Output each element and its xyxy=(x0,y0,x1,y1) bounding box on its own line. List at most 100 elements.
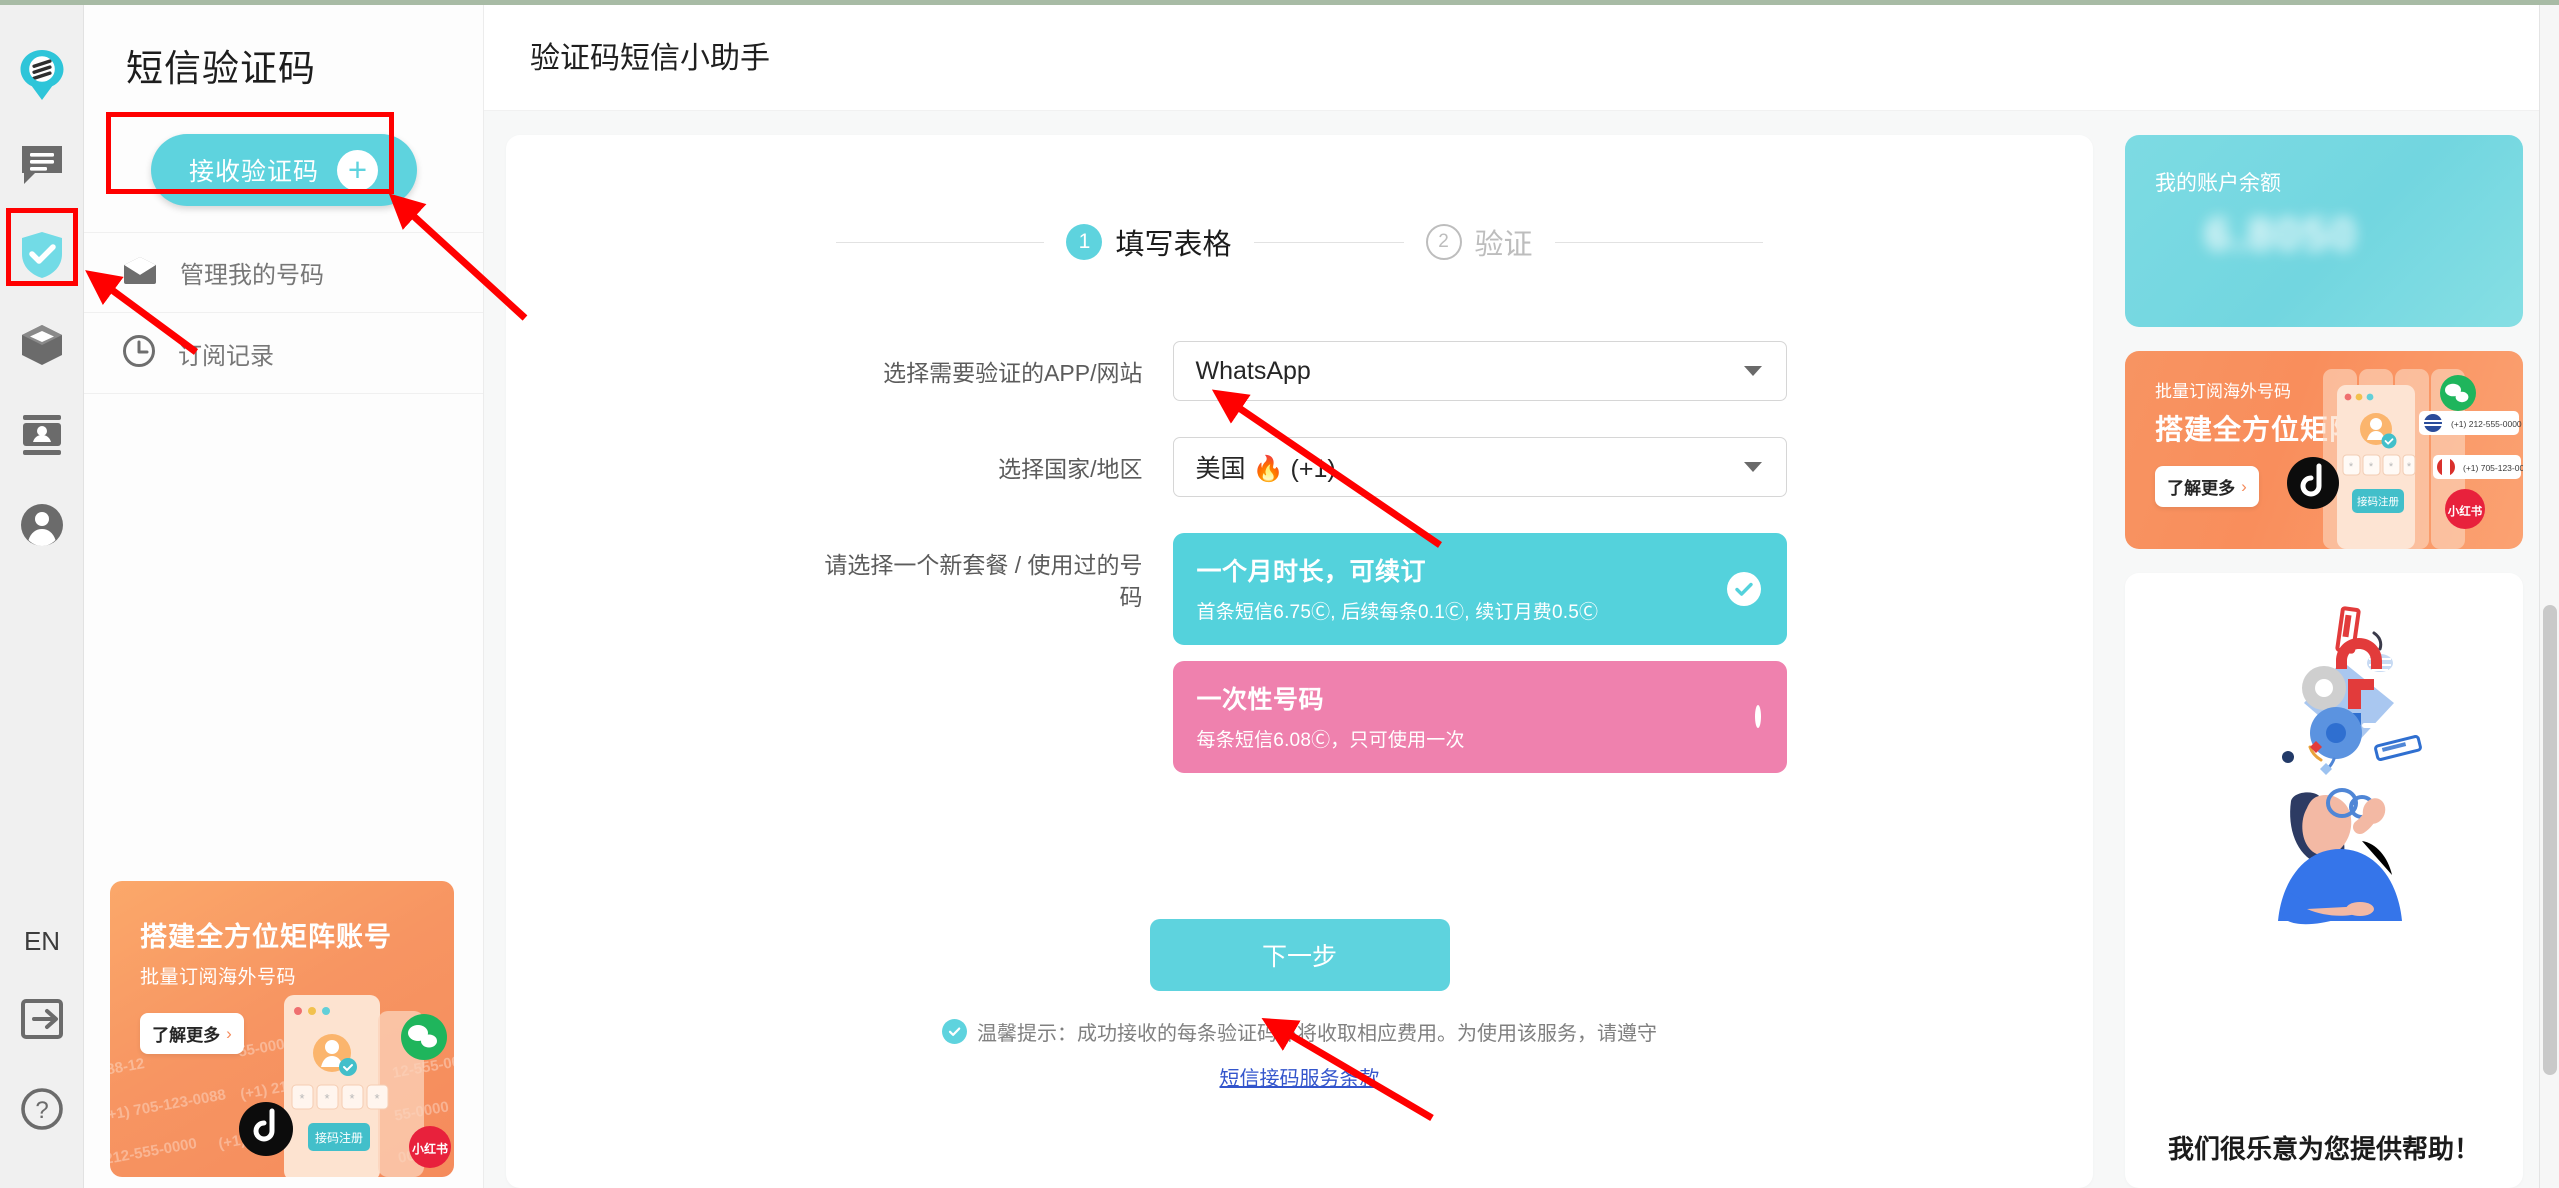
plan-option-monthly[interactable]: 一个月时长，可续订 首条短信6.75Ⓒ, 后续每条0.1Ⓒ, 续订月费0.5Ⓒ xyxy=(1172,533,1787,645)
step-line-left xyxy=(836,241,1045,243)
svg-text:*: * xyxy=(349,1091,354,1106)
sidebar-promo-card[interactable]: 888-12 (+1) 705-123-0088 212-555-0000 55… xyxy=(110,881,454,1177)
user-circle-icon xyxy=(19,502,65,548)
scrollbar-thumb[interactable] xyxy=(2543,605,2557,1075)
promo-cta-label: 了解更多 xyxy=(152,1026,221,1045)
plan-title: 一个月时长，可续订 xyxy=(1196,558,1427,586)
plan-option-one-time[interactable]: 一次性号码 每条短信6.08Ⓒ，只可使用一次 xyxy=(1172,661,1787,773)
step-indicator: 1 填写表格 2 验证 xyxy=(506,135,2093,263)
promo-subtitle: 批量订阅海外号码 xyxy=(140,967,297,988)
step-1-fill-form[interactable]: 1 填写表格 xyxy=(1044,221,1253,263)
main-header: 验证码短信小助手 xyxy=(484,0,2559,111)
step-1-label: 填写表格 xyxy=(1115,229,1232,261)
promo-illustration: * * * * 接码注册 小红书 xyxy=(239,995,451,1177)
sidebar-item-manage-numbers[interactable]: 管理我的号码 xyxy=(84,232,483,313)
left-panel: 短信验证码 接收验证码 + 管理我的号码 订阅记录 888-12 (+1) 70… xyxy=(84,0,484,1188)
rail-item-package[interactable] xyxy=(0,300,84,390)
receive-code-button[interactable]: 接收验证码 + xyxy=(150,134,417,206)
balance-label: 我的账户余额 xyxy=(2155,172,2281,195)
language-switch[interactable]: EN xyxy=(0,908,84,974)
balance-card: 我的账户余额 6.8050 xyxy=(2125,135,2523,327)
plan-subtitle: 首条短信6.75Ⓒ, 后续每条0.1Ⓒ, 续订月费0.5Ⓒ xyxy=(1196,602,1599,623)
clock-icon xyxy=(122,334,156,373)
rail-item-account[interactable] xyxy=(0,480,84,570)
svg-text:接码注册: 接码注册 xyxy=(315,1130,363,1145)
terms-of-service-link[interactable]: 短信接码服务条款 xyxy=(1220,1068,1380,1090)
promo-title: 搭建全方位矩阵账号 xyxy=(140,922,392,952)
rail-item-contacts[interactable] xyxy=(0,390,84,480)
country-select[interactable]: 美国 🔥 (+1) xyxy=(1172,437,1787,497)
step-1-number: 1 xyxy=(1066,224,1103,260)
form-row-app-site: 选择需要验证的APP/网站 WhatsApp xyxy=(506,341,2093,401)
svg-text:*: * xyxy=(2389,461,2394,473)
right-promo-cta-label: 了解更多 xyxy=(2167,479,2236,498)
svg-text:*: * xyxy=(2349,461,2354,473)
page-title: 验证码短信小助手 xyxy=(530,42,770,75)
step-2-number: 2 xyxy=(1425,224,1462,260)
tip-text: 温馨提示：成功接收的每条验证码都将收取相应费用。为使用该服务，请遵守 xyxy=(977,1023,1657,1045)
plus-icon: + xyxy=(337,149,378,191)
plan-options: 一个月时长，可续订 首条短信6.75Ⓒ, 后续每条0.1Ⓒ, 续订月费0.5Ⓒ xyxy=(1172,533,1787,789)
sidebar-item-subscription-history[interactable]: 订阅记录 xyxy=(84,313,483,394)
svg-text:*: * xyxy=(2369,461,2374,473)
chevron-down-icon xyxy=(1743,462,1762,472)
rail-item-verify[interactable] xyxy=(0,210,84,300)
svg-text:*: * xyxy=(299,1091,304,1106)
form-row-plan: 请选择一个新套餐 / 使用过的号码 一个月时长，可续订 首条短信6.75Ⓒ, 后… xyxy=(506,533,2093,789)
receive-button-wrap: 接收验证码 + xyxy=(84,134,483,206)
plan-title: 一次性号码 xyxy=(1196,686,1325,714)
shield-check-icon xyxy=(19,230,65,280)
help-illustration xyxy=(2164,591,2484,996)
country-value: 美国 🔥 (+1) xyxy=(1195,455,1336,483)
left-panel-title: 短信验证码 xyxy=(126,48,316,89)
help-card: 我们很乐意为您提供帮助！ xyxy=(2125,573,2523,1188)
step-line-right xyxy=(1554,241,1763,243)
page-scrollbar[interactable] xyxy=(2539,5,2559,1188)
chat-bubble-icon xyxy=(19,143,65,187)
top-strip xyxy=(0,0,2559,5)
receive-code-label: 接收验证码 xyxy=(188,158,319,186)
tip-line: 温馨提示：成功接收的每条验证码都将收取相应费用。为使用该服务，请遵守 xyxy=(506,1017,2093,1046)
plus-glyph: + xyxy=(347,151,368,188)
app-site-value: WhatsApp xyxy=(1195,356,1311,385)
country-label: 选择国家/地区 xyxy=(998,456,1143,482)
svg-text:*: * xyxy=(374,1091,379,1106)
help-title: 我们很乐意为您提供帮助！ xyxy=(2167,1134,2480,1164)
rail-item-logo[interactable] xyxy=(0,30,84,120)
rail-item-logout[interactable] xyxy=(0,974,84,1064)
id-card-icon xyxy=(19,413,65,457)
box-icon xyxy=(19,322,65,368)
app-root: EN ? 短信验证码 接收验证码 + 管理我的号码 订阅记录 888-12 (+… xyxy=(0,0,2559,1188)
step-line-middle xyxy=(1253,241,1404,243)
plan-selected-indicator xyxy=(1726,572,1761,606)
right-promo-learn-more-button[interactable]: 了解更多 › xyxy=(2155,466,2259,507)
sidebar-item-label: 管理我的号码 xyxy=(180,262,324,289)
form-rows: 选择需要验证的APP/网站 WhatsApp 选择国家/地区 美国 🔥 (+1) xyxy=(506,341,2093,789)
check-circle-icon xyxy=(942,1019,967,1044)
plan-unselected-indicator xyxy=(1754,705,1761,728)
svg-text:(+1) 705-123-0088: (+1) 705-123-0088 xyxy=(2463,463,2523,473)
next-step-button[interactable]: 下一步 xyxy=(1149,919,1450,991)
app-site-select[interactable]: WhatsApp xyxy=(1172,341,1787,401)
logo-icon xyxy=(19,49,65,101)
svg-text:接码注册: 接码注册 xyxy=(2357,495,2399,508)
plan-subtitle: 每条短信6.08Ⓒ，只可使用一次 xyxy=(1196,730,1465,751)
svg-text:小红书: 小红书 xyxy=(2447,504,2483,518)
balance-value: 6.8050 xyxy=(2205,208,2358,260)
svg-text:*: * xyxy=(2407,461,2412,473)
rail-bottom-group: EN ? xyxy=(0,908,84,1154)
form-row-country: 选择国家/地区 美国 🔥 (+1) xyxy=(506,437,2093,497)
rail-item-messages[interactable] xyxy=(0,120,84,210)
sidebar-item-label: 订阅记录 xyxy=(178,342,274,370)
main-body: 1 填写表格 2 验证 选择需要验证的APP/网站 WhatsApp 选择国家/… xyxy=(484,111,2559,1188)
chevron-down-icon xyxy=(1743,366,1762,376)
tos-line: 短信接码服务条款 xyxy=(506,1062,2093,1091)
right-column: 我的账户余额 6.8050 批量订阅海外号码 搭建全方位矩阵账号 了解更多 › xyxy=(2125,135,2523,1188)
rail-item-help[interactable]: ? xyxy=(0,1064,84,1154)
check-circle-icon xyxy=(1726,572,1761,606)
icon-rail: EN ? xyxy=(0,0,84,1188)
logout-icon xyxy=(20,998,64,1040)
right-promo-card[interactable]: 批量订阅海外号码 搭建全方位矩阵账号 了解更多 › * * * * 接码注册 (… xyxy=(2125,351,2523,549)
step-2-verify[interactable]: 2 验证 xyxy=(1404,221,1555,263)
svg-text:小红书: 小红书 xyxy=(412,1141,448,1156)
